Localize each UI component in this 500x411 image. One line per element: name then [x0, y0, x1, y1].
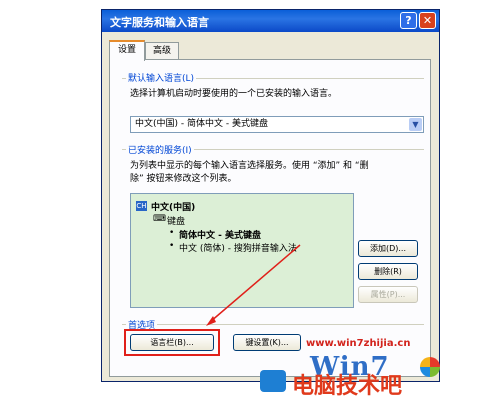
- watermark-url: www.win7zhijia.cn: [306, 338, 411, 349]
- brand-text: 电脑技术吧: [292, 374, 403, 399]
- tab-settings[interactable]: 设置: [109, 40, 145, 61]
- annotation-arrow: [206, 244, 301, 326]
- brand-logo-icon: [260, 370, 286, 392]
- windows-logo-icon: [420, 357, 440, 377]
